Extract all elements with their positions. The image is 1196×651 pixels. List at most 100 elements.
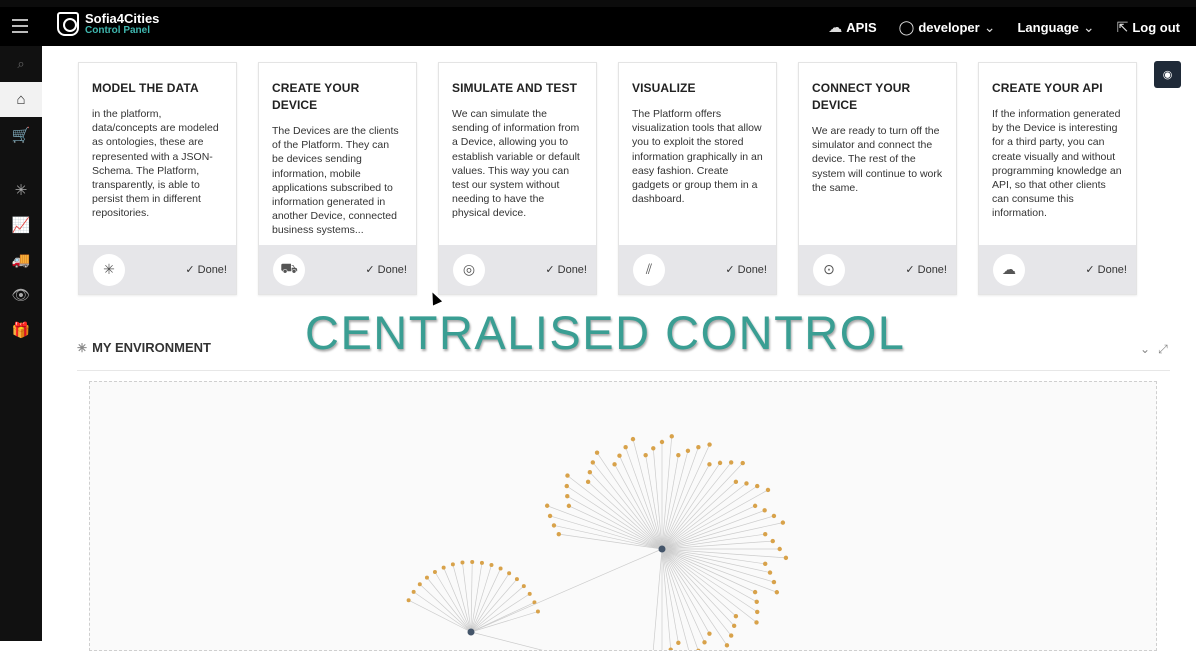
card-model-data[interactable]: MODEL THE DATA in the platform, data/con… — [78, 62, 237, 295]
graph-node — [763, 531, 768, 537]
app-name: Sofia4Cities — [85, 11, 160, 26]
graph-node — [547, 513, 553, 519]
app-logo[interactable]: Sofia4Cities Control Panel — [57, 12, 159, 36]
graph-node — [762, 508, 767, 513]
toggle-icon[interactable]: ⊙ — [813, 253, 845, 286]
truck-icon[interactable]: ⛟ — [273, 253, 305, 286]
chevron-down-icon: ⌄ — [983, 19, 996, 35]
menu-toggle-icon[interactable] — [12, 19, 28, 33]
graph-node — [460, 560, 465, 565]
sidebar-item-home[interactable]: ⌂ — [0, 82, 42, 117]
card-visualize[interactable]: VISUALIZE The Platform offers visualizat… — [618, 62, 777, 295]
graph-edge — [470, 631, 543, 650]
graph-node — [406, 598, 411, 603]
graph-edge — [470, 611, 539, 633]
graph-edge — [661, 436, 673, 550]
logo-icon — [57, 12, 79, 36]
sidebar-item-monitoring[interactable]: 👁 — [0, 277, 42, 312]
hide-cards-button[interactable]: ◉ — [1154, 61, 1181, 88]
graph-edge — [661, 548, 672, 650]
graph-node — [590, 460, 596, 465]
graph-edge — [567, 475, 663, 550]
graph-node — [733, 479, 739, 485]
sidebar-item-ontologies[interactable]: ✳ — [0, 172, 42, 207]
graph-edge — [661, 548, 699, 650]
graph-node — [740, 460, 745, 466]
logout-icon: ⇱ — [1116, 19, 1129, 35]
chart-icon: 📈 — [11, 216, 31, 234]
sidebar-item-tools[interactable]: 🎁 — [0, 312, 42, 347]
logout-button[interactable]: ⇱ Log out — [1117, 19, 1180, 36]
top-navbar: Sofia4Cities Control Panel ☁ APIS ◯ deve… — [0, 0, 1196, 46]
graph-node — [498, 566, 503, 571]
graph-node — [724, 643, 730, 648]
network-icon[interactable]: ✳ — [93, 253, 125, 286]
graph-node — [587, 469, 593, 475]
graph-node — [728, 460, 734, 465]
graph-node — [728, 633, 734, 638]
graph-node — [783, 555, 789, 561]
apis-link[interactable]: ☁ APIS — [828, 19, 876, 36]
graph-node — [707, 462, 712, 467]
network-icon: ✳ — [14, 181, 28, 199]
done-status: ✓ Done! — [545, 264, 587, 276]
card-text: in the platform, data/concepts are model… — [92, 108, 219, 220]
graph-node — [668, 647, 673, 650]
chart-icon[interactable]: ⫽ — [633, 253, 665, 286]
graph-node — [767, 570, 773, 575]
eye-slash-icon: ◉ — [1162, 69, 1173, 81]
graph-node — [507, 571, 512, 576]
card-text: The Devices are the clients of the Platf… — [272, 125, 399, 237]
card-create-device[interactable]: CREATE YOUR DEVICE The Devices are the c… — [258, 62, 417, 295]
user-menu[interactable]: ◯ developer ⌄ — [899, 19, 996, 36]
graph-edge — [567, 495, 663, 550]
radar-icon[interactable]: ◎ — [453, 253, 485, 286]
card-simulate-test[interactable]: SIMULATE AND TEST We can simulate the se… — [438, 62, 597, 295]
cloud-icon[interactable]: ☁ — [993, 253, 1025, 286]
graph-edge — [426, 577, 472, 633]
graph-node — [771, 579, 777, 585]
graph-node — [612, 462, 617, 467]
environment-graph[interactable] — [89, 381, 1157, 651]
card-connect-device[interactable]: CONNECT YOUR DEVICE We are ready to turn… — [798, 62, 957, 295]
app-subtitle: Control Panel — [85, 25, 151, 36]
expand-icon[interactable]: ⤢ — [1158, 342, 1168, 357]
language-menu[interactable]: Language ⌄ — [1017, 19, 1094, 36]
card-title: CREATE YOUR DEVICE — [272, 81, 360, 112]
graph-node — [432, 569, 437, 574]
graph-edge — [470, 564, 492, 633]
graph-node — [717, 460, 723, 466]
sidebar-search[interactable]: ⌕ — [0, 46, 42, 82]
language-label: Language — [1017, 20, 1079, 35]
sidebar-item-marketplace[interactable]: 🛒 — [0, 117, 42, 152]
card-create-api[interactable]: CREATE YOUR API If the information gener… — [978, 62, 1137, 295]
environment-header: ✳ MY ENVIRONMENT — [77, 340, 211, 355]
graph-node — [544, 503, 550, 508]
graph-edge — [661, 548, 786, 559]
eye-icon: 👁 — [11, 286, 31, 304]
graph-node — [424, 575, 429, 580]
graph-node — [755, 609, 760, 615]
sidebar-item-devices[interactable]: 🚚 — [0, 242, 42, 277]
overlay-caption: CENTRALISED CONTROL — [305, 306, 906, 359]
done-status: ✓ Done! — [185, 264, 227, 276]
graph-node — [696, 445, 701, 450]
graph-node — [763, 561, 768, 567]
sidebar-item-visualization[interactable]: 📈 — [0, 207, 42, 242]
card-title: VISUALIZE — [632, 81, 696, 95]
apis-label: APIS — [846, 20, 877, 35]
graph-node — [780, 520, 786, 525]
graph-node — [685, 448, 691, 453]
network-graph[interactable] — [90, 382, 1157, 651]
graph-node — [564, 483, 569, 489]
graph-node — [565, 473, 570, 478]
graph-node — [651, 446, 656, 451]
graph-node — [676, 452, 681, 458]
collapse-icon[interactable]: ⌄ — [1140, 342, 1150, 357]
graph-edge — [661, 481, 737, 550]
marketplace-icon: 🛒 — [11, 126, 31, 144]
card-title: CONNECT YOUR DEVICE — [812, 81, 911, 112]
card-text: The Platform offers visualization tools … — [632, 108, 763, 206]
graph-edge — [661, 548, 757, 603]
user-icon: ◯ — [898, 19, 915, 35]
